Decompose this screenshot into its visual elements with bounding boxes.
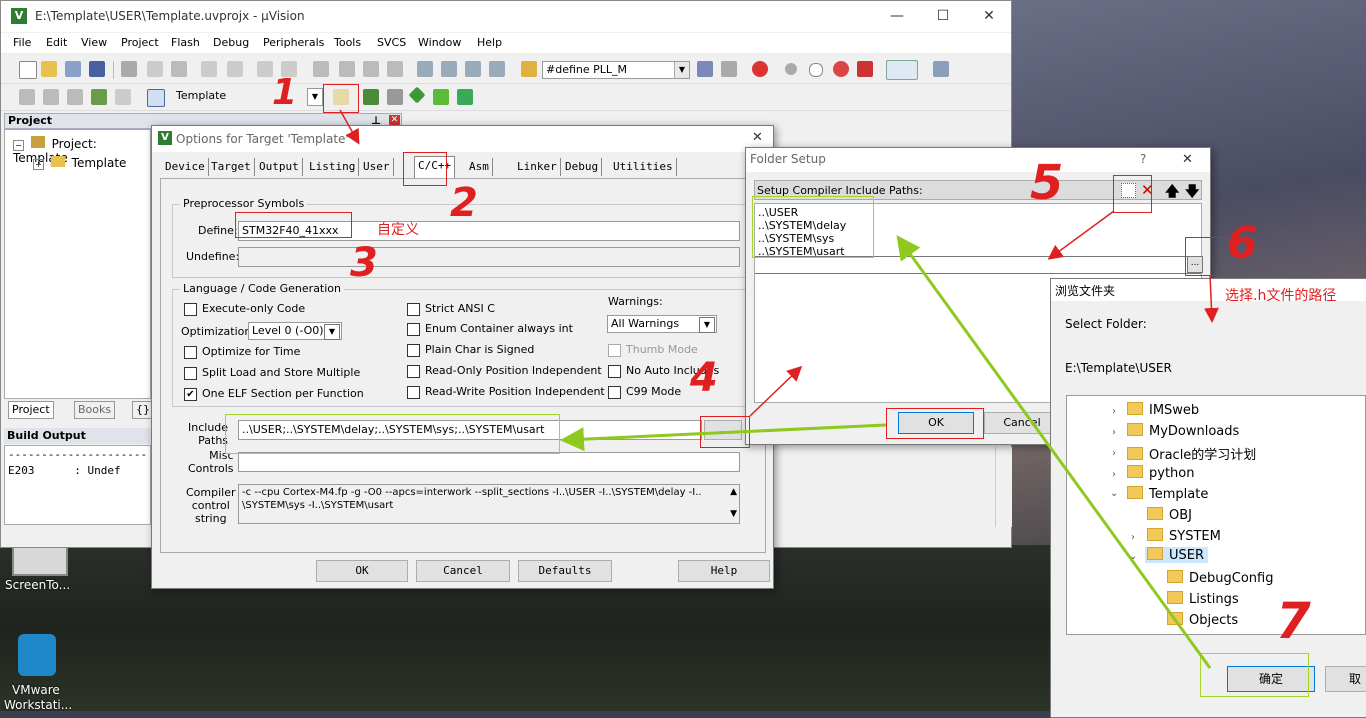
arrow-green-to-list bbox=[896, 235, 1212, 669]
arrow-to-browse-dialog bbox=[1203, 274, 1219, 323]
arrow-to-cpp-tab bbox=[339, 109, 360, 145]
arrow-to-folder-setup bbox=[749, 365, 803, 417]
arrow-to-new-entry bbox=[1047, 210, 1115, 260]
arrow-green-to-include bbox=[560, 423, 887, 452]
annotation-arrows bbox=[339, 109, 1219, 669]
